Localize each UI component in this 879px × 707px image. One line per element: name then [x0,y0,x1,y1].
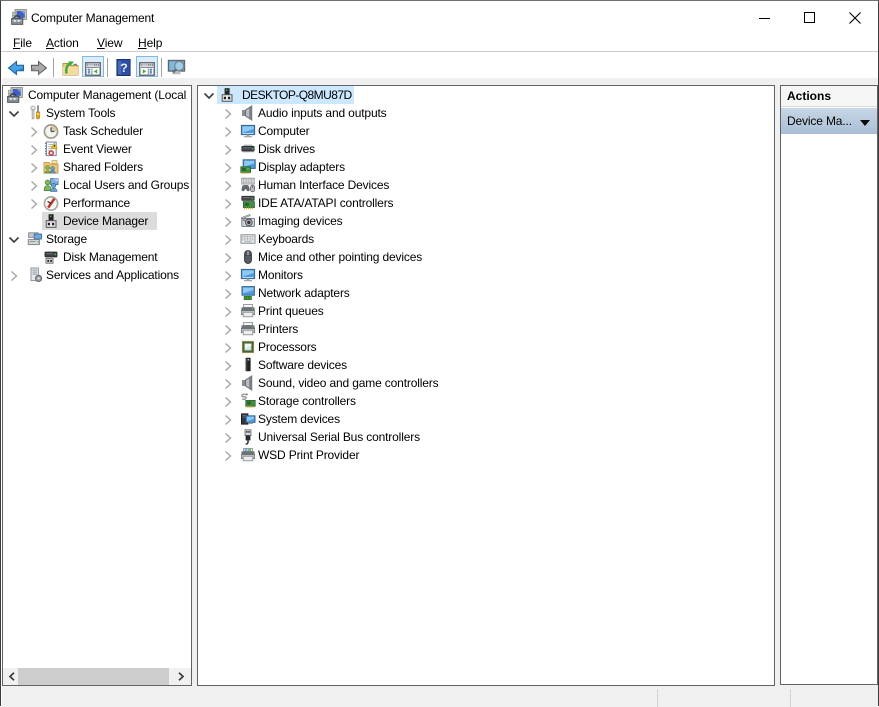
svg-text:?: ? [120,61,128,75]
